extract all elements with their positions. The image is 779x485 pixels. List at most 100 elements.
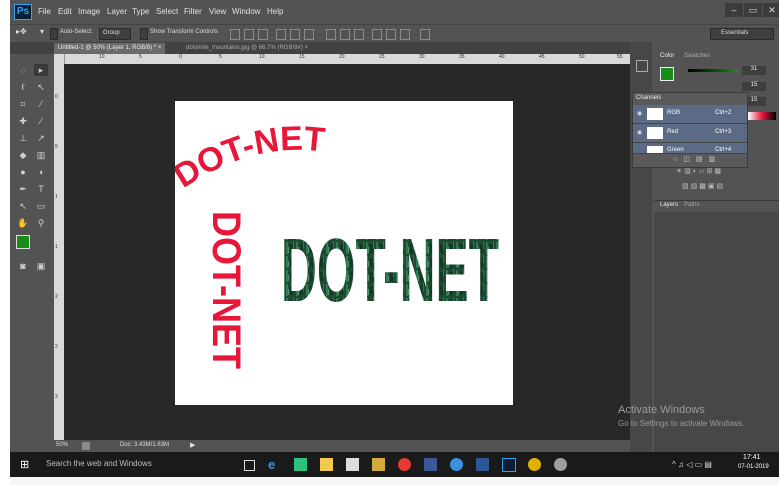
shopping-bag-icon[interactable] (346, 458, 359, 471)
start-icon[interactable]: ⊞ (20, 459, 32, 471)
marquee-tool-icon[interactable]: ◌ (16, 64, 30, 76)
menu-view[interactable]: View (209, 7, 226, 16)
brush-tool-icon[interactable]: ∕ (34, 115, 48, 127)
distribute-top-icon[interactable] (326, 29, 336, 40)
blur-tool-icon[interactable]: ● (16, 166, 30, 178)
distribute-middle-icon[interactable] (340, 29, 350, 40)
menu-layer[interactable]: Layer (107, 7, 127, 16)
ruler-label: 20 (339, 54, 345, 60)
align-top-icon[interactable] (230, 29, 240, 40)
menu-help[interactable]: Help (267, 7, 283, 16)
stamp-tool-icon[interactable]: ⊥ (16, 132, 30, 144)
show-transform-checkbox[interactable] (140, 28, 148, 40)
eye-icon[interactable]: ◉ (637, 110, 642, 117)
path-select-icon[interactable]: ↖ (16, 200, 30, 212)
menu-edit[interactable]: Edit (58, 7, 72, 16)
type-tool-icon[interactable]: T (34, 183, 48, 195)
dodge-tool-icon[interactable]: ◖ (34, 166, 48, 178)
close-button[interactable]: ✕ (763, 3, 779, 17)
edge-icon[interactable]: e (268, 458, 281, 471)
app-icon[interactable] (372, 458, 385, 471)
workspace-dropdown[interactable]: Essentials (710, 28, 774, 40)
tab-layers[interactable]: Layers (660, 202, 678, 208)
minimize-button[interactable]: – (725, 3, 743, 17)
color-panel-foreground[interactable] (660, 67, 674, 81)
search-input[interactable]: Search the web and Windows (46, 459, 152, 468)
history-panel-icon[interactable] (636, 60, 648, 72)
align-bottom-icon[interactable] (258, 29, 268, 40)
channel-row-rgb[interactable]: ◉ RGB Ctrl+2 (633, 105, 747, 124)
history-brush-icon[interactable]: ↗ (34, 132, 48, 144)
move-tool-icon[interactable]: ▸ (34, 64, 48, 76)
channel-action-icons[interactable]: ○◫▤▥ (673, 155, 721, 163)
zoom-level[interactable]: 50% (56, 442, 68, 448)
gradient-tool-icon[interactable]: ▥ (34, 149, 48, 161)
store-icon[interactable] (294, 458, 307, 471)
color-value-1[interactable]: 31 (742, 66, 766, 75)
quick-select-icon[interactable]: ↖ (34, 81, 48, 93)
photoshop-taskbar-icon[interactable] (502, 458, 516, 472)
color-slider[interactable] (688, 69, 738, 72)
chevron-down-icon[interactable]: ▾ (40, 27, 44, 36)
auto-select-checkbox[interactable] (50, 28, 58, 40)
document-canvas[interactable]: DOT-NET DOT-NET DOT-NET (167, 101, 513, 405)
distribute-bottom-icon[interactable] (354, 29, 364, 40)
move-tool-icon[interactable]: ▸✥ (16, 27, 27, 36)
tab-untitled-1[interactable]: Untitled-1 @ 50% (Layer 1, RGB/8) * × (54, 43, 166, 54)
menu-type[interactable]: Type (132, 7, 149, 16)
opera-icon[interactable] (398, 458, 411, 471)
system-tray-icons[interactable]: ^ ♫ ◁ ▭ ▤ (672, 460, 712, 469)
foreground-color-swatch[interactable] (16, 235, 30, 249)
restore-button[interactable]: ▭ (744, 3, 762, 17)
task-view-icon[interactable] (244, 460, 255, 471)
browser-icon[interactable] (450, 458, 463, 471)
eyedropper-tool-icon[interactable]: ⁄ (34, 98, 48, 110)
eye-icon[interactable]: ◉ (637, 129, 642, 136)
tab-dolomite-mountains[interactable]: dolomite_mountains.jpg @ 66.7% (RGB/8#) … (182, 43, 312, 54)
clock-time[interactable]: 17:41 (743, 454, 761, 461)
facebook-icon[interactable] (424, 458, 437, 471)
color-ramp[interactable] (748, 112, 776, 120)
menu-file[interactable]: File (38, 7, 51, 16)
quick-mask-icon[interactable]: ◙ (16, 260, 30, 272)
file-explorer-icon[interactable] (320, 458, 333, 471)
channel-row-green[interactable]: Green Ctrl+4 (633, 143, 747, 154)
clock-date[interactable]: 07-01-2019 (738, 464, 769, 470)
align-right-icon[interactable] (304, 29, 314, 40)
word-icon[interactable] (476, 458, 489, 471)
tab-paths[interactable]: Paths (684, 202, 699, 208)
tab-swatches[interactable]: Swatches (684, 53, 710, 59)
eraser-tool-icon[interactable]: ◆ (16, 149, 30, 161)
auto-select-dropdown[interactable]: Group (99, 28, 131, 40)
menu-window[interactable]: Window (232, 7, 260, 16)
menu-select[interactable]: Select (156, 7, 178, 16)
color-value-2[interactable]: 15 (742, 82, 766, 91)
status-menu-arrow[interactable]: ▶ (190, 441, 195, 449)
menu-image[interactable]: Image (78, 7, 100, 16)
adjustment-icons-row2[interactable]: ▧▨▩▣▤ (682, 182, 725, 190)
screen-mode-icon[interactable]: ▣ (34, 260, 48, 272)
zoom-tool-icon[interactable]: ⚲ (34, 217, 48, 229)
shape-tool-icon[interactable]: ▭ (34, 200, 48, 212)
hand-tool-icon[interactable]: ✋ (16, 217, 30, 229)
close-icon[interactable]: × (158, 45, 162, 51)
align-center-icon[interactable] (290, 29, 300, 40)
align-left-icon[interactable] (276, 29, 286, 40)
auto-align-icon[interactable] (420, 29, 430, 40)
crop-tool-icon[interactable]: ⌗ (16, 98, 30, 110)
distribute-left-icon[interactable] (372, 29, 382, 40)
chrome-icon[interactable] (528, 458, 541, 471)
adjustment-icons-row1[interactable]: ☀▥◐▱⊞▦ (676, 167, 723, 175)
distribute-center-icon[interactable] (386, 29, 396, 40)
distribute-right-icon[interactable] (400, 29, 410, 40)
tab-color[interactable]: Color (660, 53, 674, 59)
lasso-tool-icon[interactable]: ℓ (16, 81, 30, 93)
align-middle-icon[interactable] (244, 29, 254, 40)
menu-filter[interactable]: Filter (184, 7, 202, 16)
healing-brush-icon[interactable]: ✚ (16, 115, 30, 127)
pen-tool-icon[interactable]: ✒ (16, 183, 30, 195)
layers-panel-body[interactable] (654, 212, 779, 452)
channel-row-red[interactable]: ◉ Red Ctrl+3 (633, 124, 747, 143)
close-icon[interactable]: × (305, 45, 309, 51)
app2-icon[interactable] (554, 458, 567, 471)
